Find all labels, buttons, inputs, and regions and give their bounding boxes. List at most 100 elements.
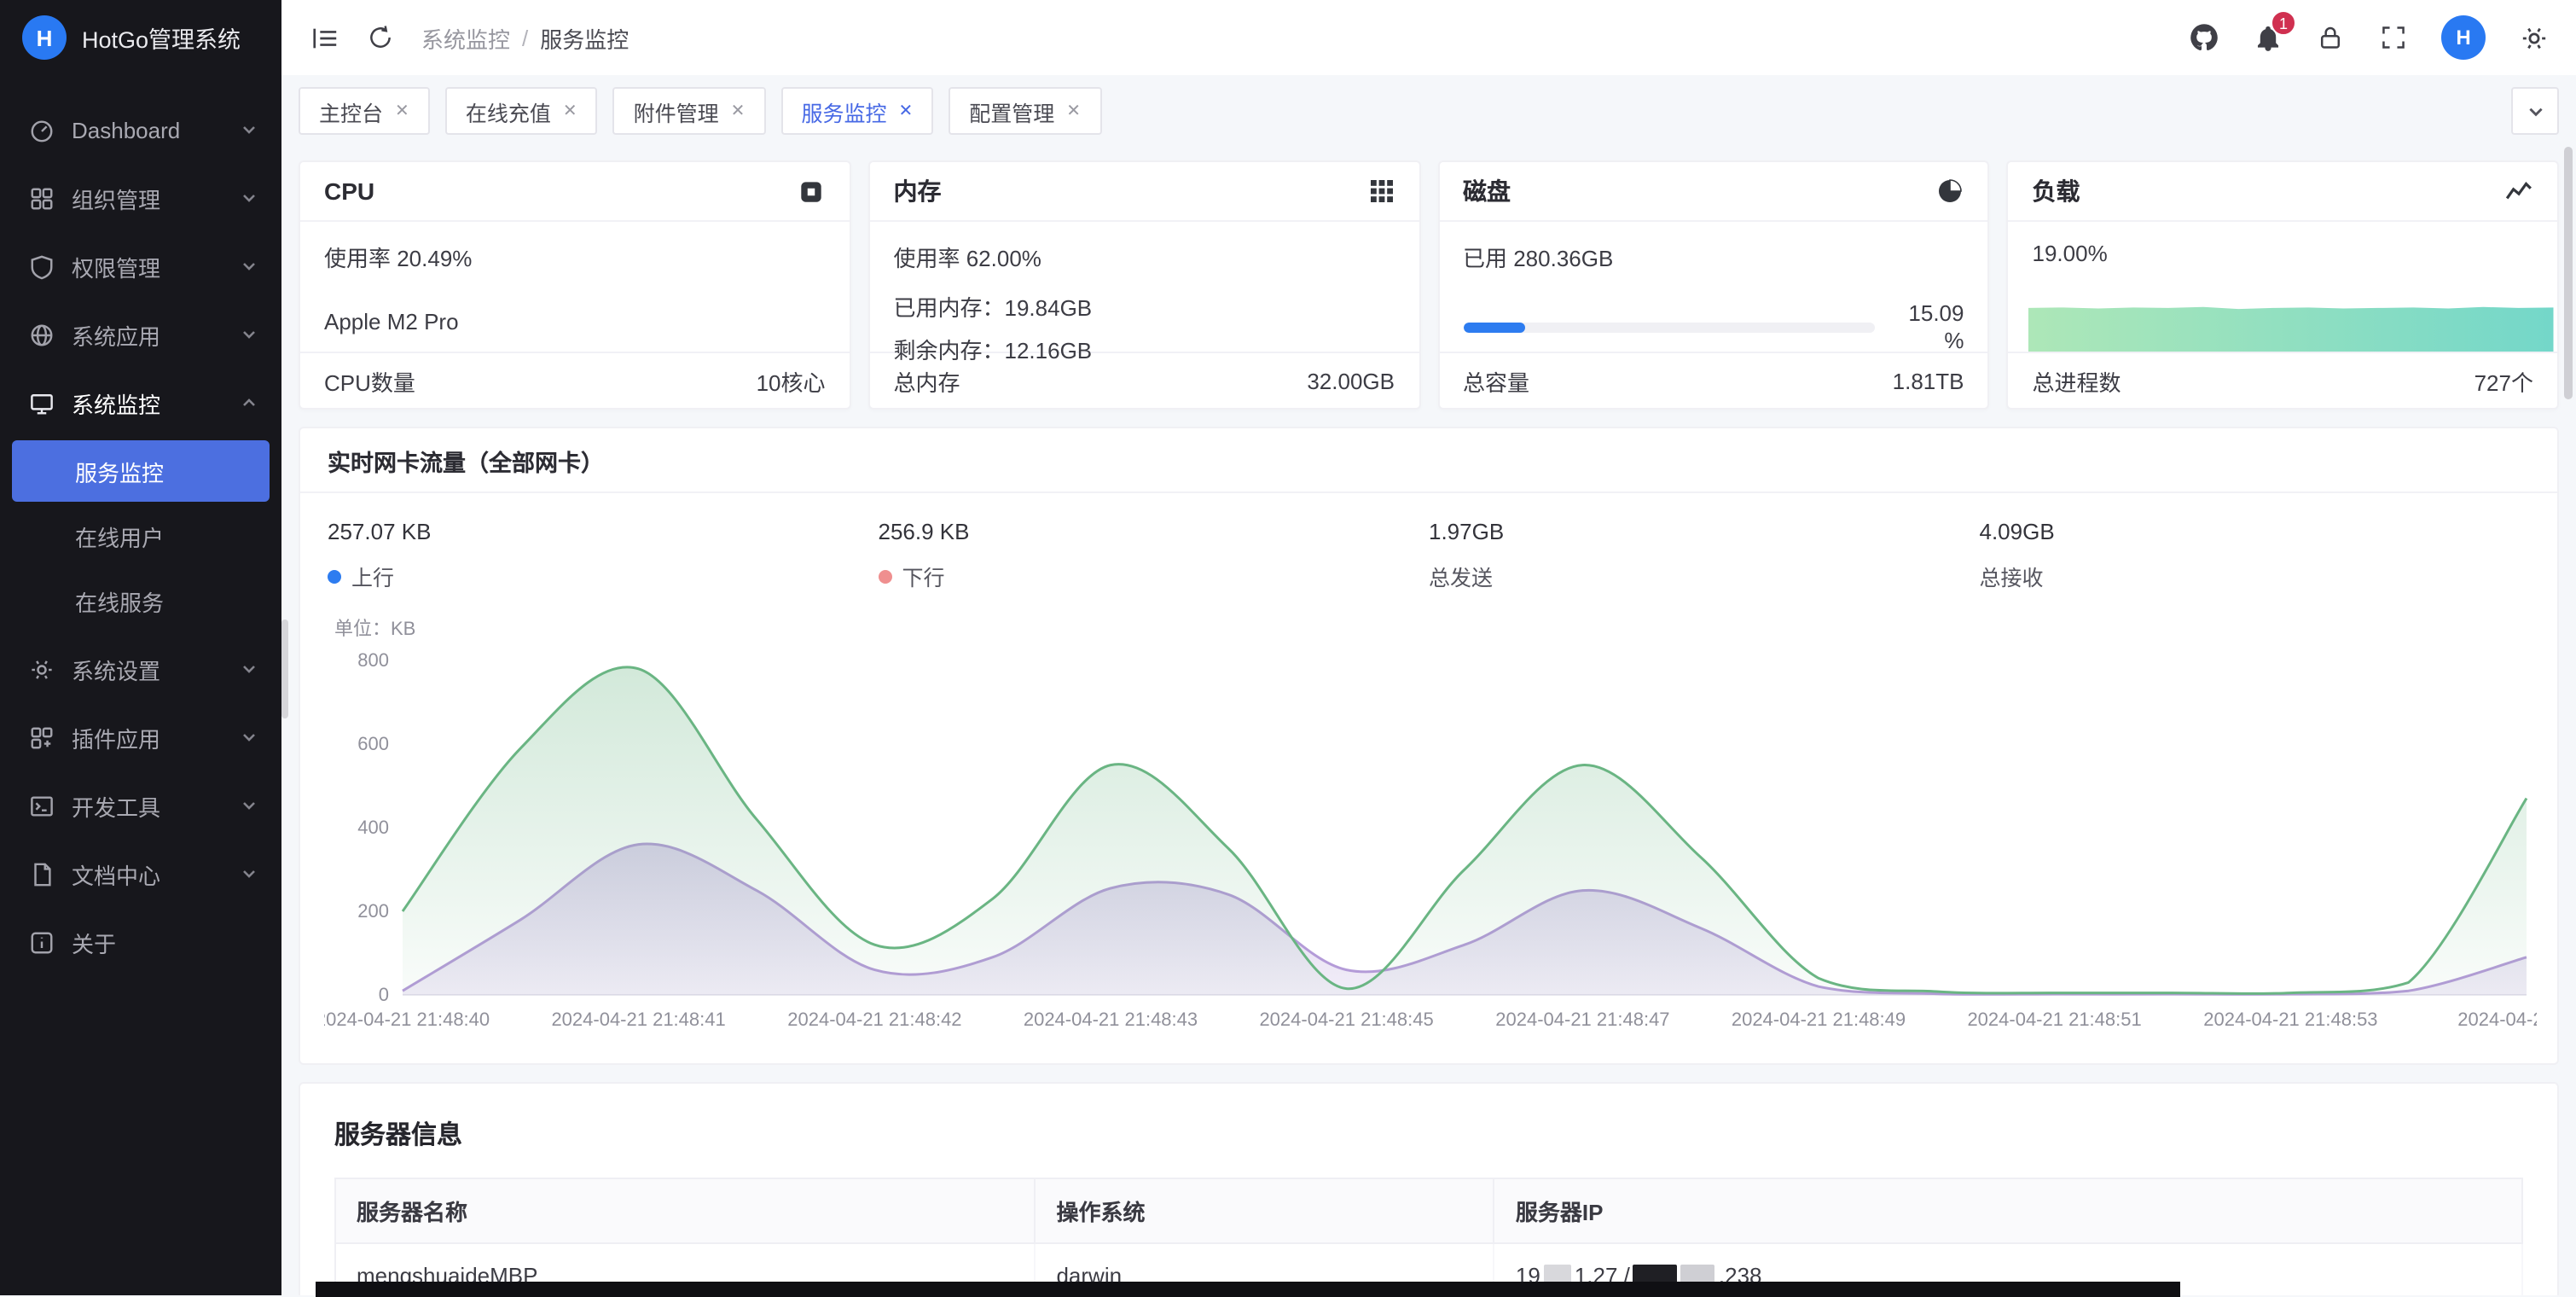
lock-icon[interactable] [2315, 22, 2346, 53]
sidebar-subitem-label: 在线用户 [75, 520, 164, 552]
info-icon [29, 929, 55, 955]
vertical-scrollbar-thumb[interactable] [2564, 147, 2573, 399]
tab-close-icon[interactable]: ✕ [563, 102, 577, 120]
load-footer-value: 727个 [2474, 364, 2533, 397]
tab-close-icon[interactable]: ✕ [395, 102, 409, 120]
sidebar-item-label: 系统应用 [72, 318, 223, 351]
tab-label: 服务监控 [801, 95, 886, 127]
breadcrumb-separator: / [522, 25, 528, 50]
shield-icon [29, 253, 55, 279]
stat-upstream: 257.07 KB 上行 [328, 519, 879, 592]
sidebar-subitem-online-users[interactable]: 在线用户 [12, 505, 270, 567]
server-table: 服务器名称 操作系统 服务器IP mengshuaideMBP darwin 1… [334, 1178, 2523, 1295]
network-stats-row: 257.07 KB 上行 256.9 KB 下行 1.97GB 总发送 4.09… [300, 493, 2557, 592]
downstream-dot [879, 569, 892, 583]
disk-card-title: 磁盘 [1463, 174, 1511, 208]
column-header-os: 操作系统 [1035, 1178, 1494, 1243]
tab-close-icon[interactable]: ✕ [731, 102, 746, 120]
org-icon [29, 185, 55, 211]
settings-gear-icon[interactable] [2518, 22, 2549, 53]
upstream-dot [328, 569, 341, 583]
sidebar-item-dashboard[interactable]: Dashboard [0, 96, 281, 164]
sidebar-scrollbar-thumb[interactable] [281, 619, 288, 718]
sidebar-item-monitor[interactable]: 系统监控 [0, 369, 281, 437]
sidebar-item-permission[interactable]: 权限管理 [0, 232, 281, 300]
sidebar-item-label: 系统监控 [72, 387, 223, 419]
header-actions: 1 H [2189, 15, 2549, 60]
fullscreen-icon[interactable] [2378, 22, 2409, 53]
monitor-icon [29, 390, 55, 416]
cpu-usage-text: 使用率 20.49% [324, 241, 826, 273]
github-icon[interactable] [2189, 22, 2219, 53]
tab-close-icon[interactable]: ✕ [898, 102, 913, 120]
app-logo[interactable]: H HotGo管理系统 [0, 0, 281, 75]
user-avatar[interactable]: H [2441, 15, 2486, 60]
tab-service-monitor[interactable]: 服务监控 ✕ [780, 87, 933, 135]
tab-online-recharge[interactable]: 在线充值 ✕ [445, 87, 598, 135]
svg-text:2024-04-21 21:48:51: 2024-04-21 21:48:51 [1967, 1009, 2141, 1030]
stat-label: 总发送 [1429, 560, 1493, 592]
gear-icon [29, 656, 55, 682]
svg-text:600: 600 [357, 733, 389, 754]
sidebar-item-label: 插件应用 [72, 721, 223, 753]
app-root: H HotGo管理系统 Dashboard 组织管理 [0, 0, 2576, 1295]
svg-text:2024-04-21 21:48:47: 2024-04-21 21:48:47 [1495, 1009, 1669, 1030]
code-icon [29, 793, 55, 818]
disk-progress-fill [1463, 323, 1525, 334]
stat-downstream: 256.9 KB 下行 [879, 519, 1430, 592]
tab-close-icon[interactable]: ✕ [1066, 102, 1081, 120]
cpu-card-title: CPU [324, 177, 374, 205]
sidebar-item-docs[interactable]: 文档中心 [0, 840, 281, 908]
stat-value: 1.97GB [1429, 519, 1980, 544]
load-card-title: 负载 [2033, 174, 2080, 208]
column-header-name: 服务器名称 [335, 1178, 1035, 1243]
breadcrumb-parent[interactable]: 系统监控 [421, 21, 510, 54]
sidebar-item-org[interactable]: 组织管理 [0, 164, 281, 232]
plugin-icon [29, 724, 55, 750]
stat-label: 下行 [902, 560, 945, 592]
pie-chart-icon [1937, 177, 1964, 205]
sidebar-subitem-service-monitor[interactable]: 服务监控 [12, 440, 270, 502]
memory-usage-text: 使用率 62.00% [894, 241, 1395, 273]
app-title: HotGo管理系统 [82, 20, 241, 55]
traffic-area-chart: 单位：KB02004006008002024-04-21 21:48:40202… [324, 613, 2537, 1050]
top-header: 系统监控 / 服务监控 1 H [281, 0, 2576, 75]
network-traffic-card: 实时网卡流量（全部网卡） 257.07 KB 上行 256.9 KB 下行 1.… [299, 427, 2559, 1065]
tab-config[interactable]: 配置管理 ✕ [949, 87, 1101, 135]
svg-text:2024-04-21 21:48:41: 2024-04-21 21:48:41 [551, 1009, 725, 1030]
document-icon [29, 861, 55, 887]
tab-bar: 主控台 ✕ 在线充值 ✕ 附件管理 ✕ 服务监控 ✕ 配置管理 ✕ [281, 75, 2576, 147]
svg-text:800: 800 [357, 649, 389, 671]
svg-text:2024-04-21 21:4: 2024-04-21 21:4 [2457, 1009, 2537, 1030]
notification-bell-icon[interactable]: 1 [2252, 22, 2283, 53]
svg-text:单位：KB: 单位：KB [334, 618, 415, 639]
tab-attachments[interactable]: 附件管理 ✕ [613, 87, 766, 135]
cpu-chip-icon [797, 177, 826, 206]
chevron-down-icon [241, 729, 258, 746]
chevron-down-icon [241, 865, 258, 882]
sidebar-collapse-icon[interactable] [309, 22, 339, 53]
svg-text:200: 200 [357, 900, 389, 922]
chevron-down-icon [241, 797, 258, 814]
sidebar-item-apps[interactable]: 系统应用 [0, 300, 281, 369]
chevron-down-icon [241, 660, 258, 678]
memory-grid-icon [1367, 177, 1395, 205]
tab-dashboard[interactable]: 主控台 ✕ [299, 87, 430, 135]
cpu-model-text: Apple M2 Pro [324, 309, 826, 334]
disk-footer-value: 1.81TB [1893, 368, 1964, 393]
sidebar-item-about[interactable]: 关于 [0, 908, 281, 976]
server-info-card: 服务器信息 服务器名称 操作系统 服务器IP mengshuaideMBP da… [299, 1082, 2559, 1295]
sidebar-item-settings[interactable]: 系统设置 [0, 635, 281, 703]
chevron-down-icon [241, 121, 258, 138]
stat-label: 总接收 [1980, 560, 2044, 592]
chevron-down-icon [241, 189, 258, 206]
stat-value: 257.07 KB [328, 519, 879, 544]
tab-options-chevron[interactable] [2511, 87, 2559, 135]
sidebar-subitem-online-services[interactable]: 在线服务 [12, 570, 270, 631]
memory-card-title: 内存 [894, 174, 942, 208]
stat-total-sent: 1.97GB 总发送 [1429, 519, 1980, 592]
refresh-icon[interactable] [365, 22, 396, 53]
stat-value: 256.9 KB [879, 519, 1430, 544]
sidebar-item-devtools[interactable]: 开发工具 [0, 771, 281, 840]
sidebar-item-plugins[interactable]: 插件应用 [0, 703, 281, 771]
